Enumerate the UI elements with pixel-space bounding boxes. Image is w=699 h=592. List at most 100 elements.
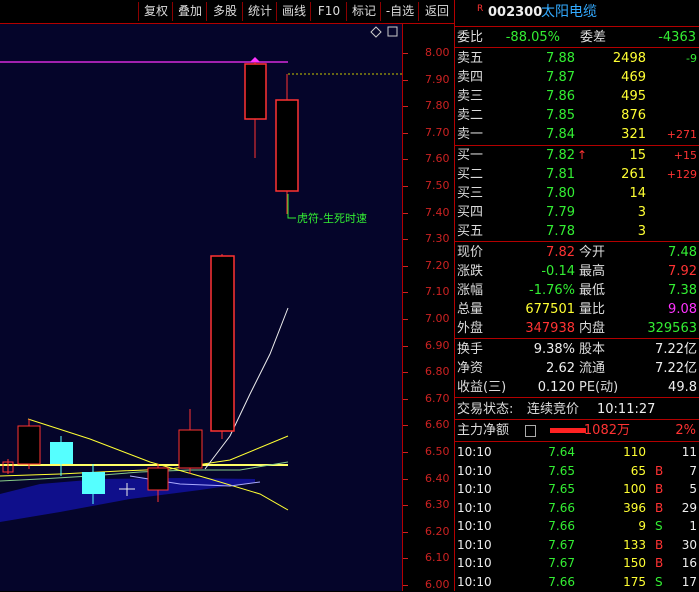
tick-time: 10:10 bbox=[457, 519, 492, 533]
tick-price: 7.66 bbox=[548, 500, 575, 515]
tick-price: 7.64 bbox=[548, 445, 575, 459]
fundamental-row: 净资 2.62 流通 7.22亿 bbox=[455, 359, 699, 378]
tick-volume: 65 bbox=[630, 463, 646, 478]
stat-row: 涨幅 -1.76% 最低 7.38 bbox=[455, 281, 699, 300]
axis-tick-label: 6.10 bbox=[425, 551, 450, 565]
weibi-value: -88.05% bbox=[505, 30, 560, 45]
mark-button[interactable]: 标记 bbox=[346, 2, 381, 21]
restore-rights-button[interactable]: 复权 bbox=[138, 2, 173, 21]
ask-volume: 321 bbox=[621, 127, 646, 142]
trade-tick-row: 10:10 7.67 133 B 30 bbox=[455, 536, 699, 555]
ask-label: 卖三 bbox=[457, 89, 484, 104]
bid-volume: 261 bbox=[621, 167, 646, 182]
stat-value: -0.14 bbox=[541, 264, 575, 279]
ask-row: 卖四 7.87 469 bbox=[455, 68, 699, 87]
candlestick-chart[interactable]: 虎符-生死时速 bbox=[0, 24, 402, 591]
ask-price: 7.85 bbox=[546, 108, 575, 123]
main-flow-row: 主力净额 1082万 2% bbox=[457, 423, 696, 438]
axis-tick-label: 6.50 bbox=[425, 445, 450, 458]
bid-price: 7.78 bbox=[546, 224, 575, 239]
axis-tick-mark bbox=[403, 478, 408, 480]
stat-row: 外盘 347938 内盘 329563 bbox=[455, 319, 699, 338]
fundamental-row: 换手 9.38% 股本 7.22亿 bbox=[455, 340, 699, 359]
trade-time: 10:11:27 bbox=[597, 402, 656, 417]
axis-tick-label: 7.10 bbox=[425, 285, 450, 299]
axis-tick-label: 6.70 bbox=[425, 391, 450, 405]
fundamental-value: 0.120 bbox=[537, 380, 575, 395]
stat-value: 7.48 bbox=[668, 245, 697, 260]
tick-side: B bbox=[655, 482, 664, 496]
main-flow-value: 1082万 bbox=[583, 423, 630, 438]
multi-stock-button[interactable]: 多股 bbox=[206, 2, 243, 21]
candle[interactable] bbox=[178, 409, 203, 474]
up-arrow-icon: ↑ bbox=[577, 148, 588, 162]
axis-tick-label: 7.60 bbox=[425, 152, 450, 166]
remove-watchlist-button[interactable]: -自选 bbox=[380, 2, 419, 21]
bid-label: 买二 bbox=[457, 167, 484, 182]
axis-tick-mark bbox=[403, 212, 408, 214]
axis-tick-mark bbox=[403, 265, 408, 267]
ask-volume: 2498 bbox=[612, 51, 646, 66]
tick-volume: 100 bbox=[623, 482, 646, 496]
indicator-annotation: 虎符-生死时速 bbox=[297, 212, 367, 225]
ask-row: 卖二 7.85 876 bbox=[455, 106, 699, 125]
list-icon[interactable] bbox=[525, 425, 536, 437]
ask-label: 卖四 bbox=[457, 70, 484, 85]
axis-tick-mark bbox=[403, 159, 408, 161]
tick-side: B bbox=[655, 556, 664, 570]
axis-tick-label: 7.00 bbox=[425, 312, 450, 325]
candle[interactable] bbox=[2, 459, 14, 474]
statistics-button[interactable]: 统计 bbox=[242, 2, 277, 21]
ask-volume: 495 bbox=[621, 89, 646, 104]
trade-status-row: 交易状态: 连续竞价 10:11:27 bbox=[457, 402, 656, 417]
axis-tick-mark bbox=[403, 585, 408, 586]
weibi-row: 委比 -88.05% 委差 -4363 bbox=[457, 30, 696, 45]
bid-label: 买三 bbox=[457, 186, 484, 201]
axis-tick-mark bbox=[403, 398, 408, 400]
candle[interactable] bbox=[210, 254, 235, 439]
axis-tick-mark bbox=[403, 531, 408, 533]
tick-time: 10:10 bbox=[457, 445, 492, 459]
fundamental-value: 7.22亿 bbox=[655, 342, 697, 357]
draw-line-button[interactable]: 画线 bbox=[276, 2, 311, 21]
axis-tick-mark bbox=[403, 372, 408, 374]
tick-volume: 150 bbox=[623, 556, 646, 570]
axis-tick-mark bbox=[403, 319, 408, 320]
stat-label: 今开 bbox=[579, 245, 606, 260]
bid-row: 买四 7.79 3 bbox=[455, 203, 699, 222]
overlay-button[interactable]: 叠加 bbox=[172, 2, 207, 21]
fundamental-label: PE(动) bbox=[579, 380, 619, 395]
bid-label: 买五 bbox=[457, 224, 484, 239]
stat-value: 677501 bbox=[525, 302, 575, 317]
chart-settings-icon[interactable] bbox=[370, 26, 382, 38]
bid-label: 买一 bbox=[457, 148, 484, 163]
chart-close-icon[interactable] bbox=[387, 26, 398, 37]
stat-label: 最低 bbox=[579, 283, 606, 298]
candle[interactable] bbox=[244, 62, 267, 158]
back-button[interactable]: 返回 bbox=[418, 2, 455, 21]
tick-price: 7.66 bbox=[548, 574, 575, 589]
axis-tick-label: 7.80 bbox=[425, 99, 450, 113]
tick-count: 16 bbox=[681, 556, 697, 570]
candle[interactable] bbox=[275, 74, 299, 214]
tick-price: 7.67 bbox=[548, 537, 575, 552]
tick-count: 7 bbox=[689, 463, 697, 478]
bid-change: +129 bbox=[666, 168, 697, 181]
axis-tick-mark bbox=[403, 186, 408, 187]
stat-value: 347938 bbox=[525, 321, 575, 336]
stat-label: 现价 bbox=[457, 245, 484, 260]
bid-price: 7.82 bbox=[546, 148, 575, 163]
stat-label: 涨跌 bbox=[457, 264, 484, 279]
ask-price: 7.87 bbox=[546, 70, 575, 85]
bid-price: 7.81 bbox=[546, 167, 575, 182]
axis-tick-label: 7.70 bbox=[425, 125, 450, 139]
stock-code: 002300 bbox=[488, 5, 543, 20]
stock-name: 太阳电缆 bbox=[541, 4, 597, 20]
tick-time: 10:10 bbox=[457, 537, 492, 552]
axis-tick-label: 6.20 bbox=[425, 524, 450, 538]
candle[interactable] bbox=[50, 436, 73, 476]
ma-line-yellow bbox=[0, 435, 289, 477]
f10-button[interactable]: F10 bbox=[310, 2, 347, 21]
tick-volume: 110 bbox=[623, 445, 646, 459]
candle[interactable] bbox=[17, 419, 41, 469]
